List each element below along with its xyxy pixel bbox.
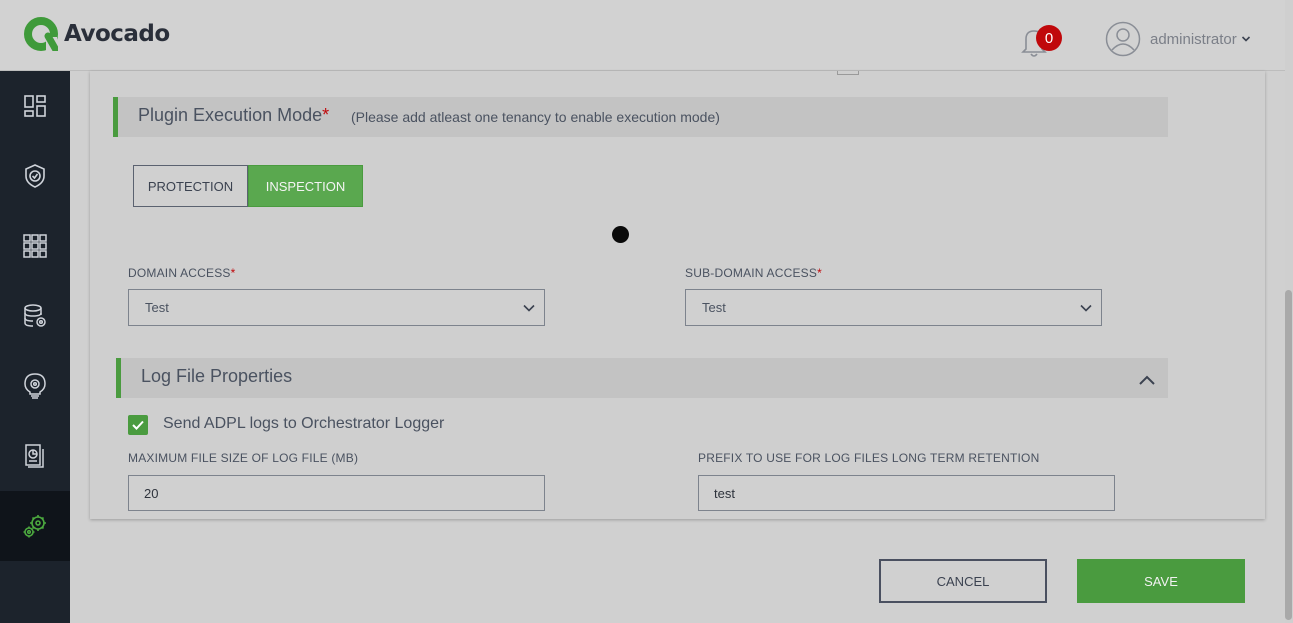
avocado-logo-icon <box>24 17 58 51</box>
username: administrator <box>1150 30 1237 48</box>
plugin-execution-note: (Please add atleast one tenancy to enabl… <box>351 109 720 125</box>
apps-grid-icon <box>23 234 47 258</box>
sidebar-item-apps[interactable] <box>0 211 70 281</box>
partially-visible-checkbox[interactable] <box>837 71 859 75</box>
protection-mode-button[interactable]: PROTECTION <box>133 165 248 207</box>
mouse-cursor <box>612 226 629 243</box>
inspection-mode-button[interactable]: INSPECTION <box>248 165 363 207</box>
page-scrollbar-thumb[interactable] <box>1285 290 1292 620</box>
domain-access-label: DOMAIN ACCESS* <box>128 266 236 280</box>
sidebar <box>0 71 70 623</box>
subdomain-access-label: SUB-DOMAIN ACCESS* <box>685 266 822 280</box>
report-icon <box>25 444 44 468</box>
subdomain-access-select[interactable]: Test <box>685 289 1102 326</box>
settings-gears-icon <box>23 515 46 538</box>
send-logs-checkbox[interactable] <box>128 415 148 435</box>
database-settings-icon <box>24 304 46 327</box>
shield-check-icon <box>25 164 45 188</box>
domain-access-value: Test <box>145 300 169 315</box>
required-mark: * <box>817 266 822 280</box>
chevron-down-icon <box>1241 36 1250 42</box>
checkmark-icon <box>132 420 144 430</box>
sidebar-item-database[interactable] <box>0 281 70 351</box>
sidebar-item-security[interactable] <box>0 141 70 211</box>
user-avatar-icon <box>1105 21 1141 57</box>
subdomain-access-label-text: SUB-DOMAIN ACCESS <box>685 266 818 280</box>
sidebar-item-settings[interactable] <box>0 491 70 561</box>
dashboard-icon <box>24 95 46 117</box>
log-file-title: Log File Properties <box>141 366 293 386</box>
lightbulb-gear-icon <box>24 373 46 399</box>
sidebar-item-reports[interactable] <box>0 421 70 491</box>
notification-count-badge: 0 <box>1036 25 1062 51</box>
save-button[interactable]: SAVE <box>1077 559 1245 603</box>
max-file-size-label: MAXIMUM FILE SIZE OF LOG FILE (MB) <box>128 451 359 465</box>
user-menu[interactable]: administrator <box>1105 21 1251 57</box>
send-logs-label: Send ADPL logs to Orchestrator Logger <box>163 415 445 432</box>
required-mark: * <box>322 105 330 125</box>
log-prefix-label: PREFIX TO USE FOR LOG FILES LONG TERM RE… <box>698 451 1040 465</box>
domain-access-select[interactable]: Test <box>128 289 545 326</box>
app-name: Avocado <box>64 21 170 47</box>
required-mark: * <box>230 266 236 280</box>
top-header: Avocado 0 administrator <box>0 0 1285 71</box>
max-file-size-input[interactable]: 20 <box>128 475 545 511</box>
plugin-execution-title: Plugin Execution Mode* <box>138 105 329 126</box>
app-logo[interactable]: Avocado <box>24 17 170 51</box>
subdomain-access-value: Test <box>702 300 726 315</box>
log-prefix-input[interactable]: test <box>698 475 1115 511</box>
domain-access-label-text: DOMAIN ACCESS <box>128 266 231 280</box>
chevron-down-icon <box>1080 304 1092 312</box>
chevron-down-icon <box>523 304 535 312</box>
chevron-up-icon[interactable] <box>1138 373 1156 387</box>
plugin-execution-title-text: Plugin Execution Mode <box>138 105 323 125</box>
sidebar-item-ideas[interactable] <box>0 351 70 421</box>
sidebar-item-dashboard[interactable] <box>0 71 70 141</box>
cancel-button[interactable]: CANCEL <box>879 559 1047 603</box>
